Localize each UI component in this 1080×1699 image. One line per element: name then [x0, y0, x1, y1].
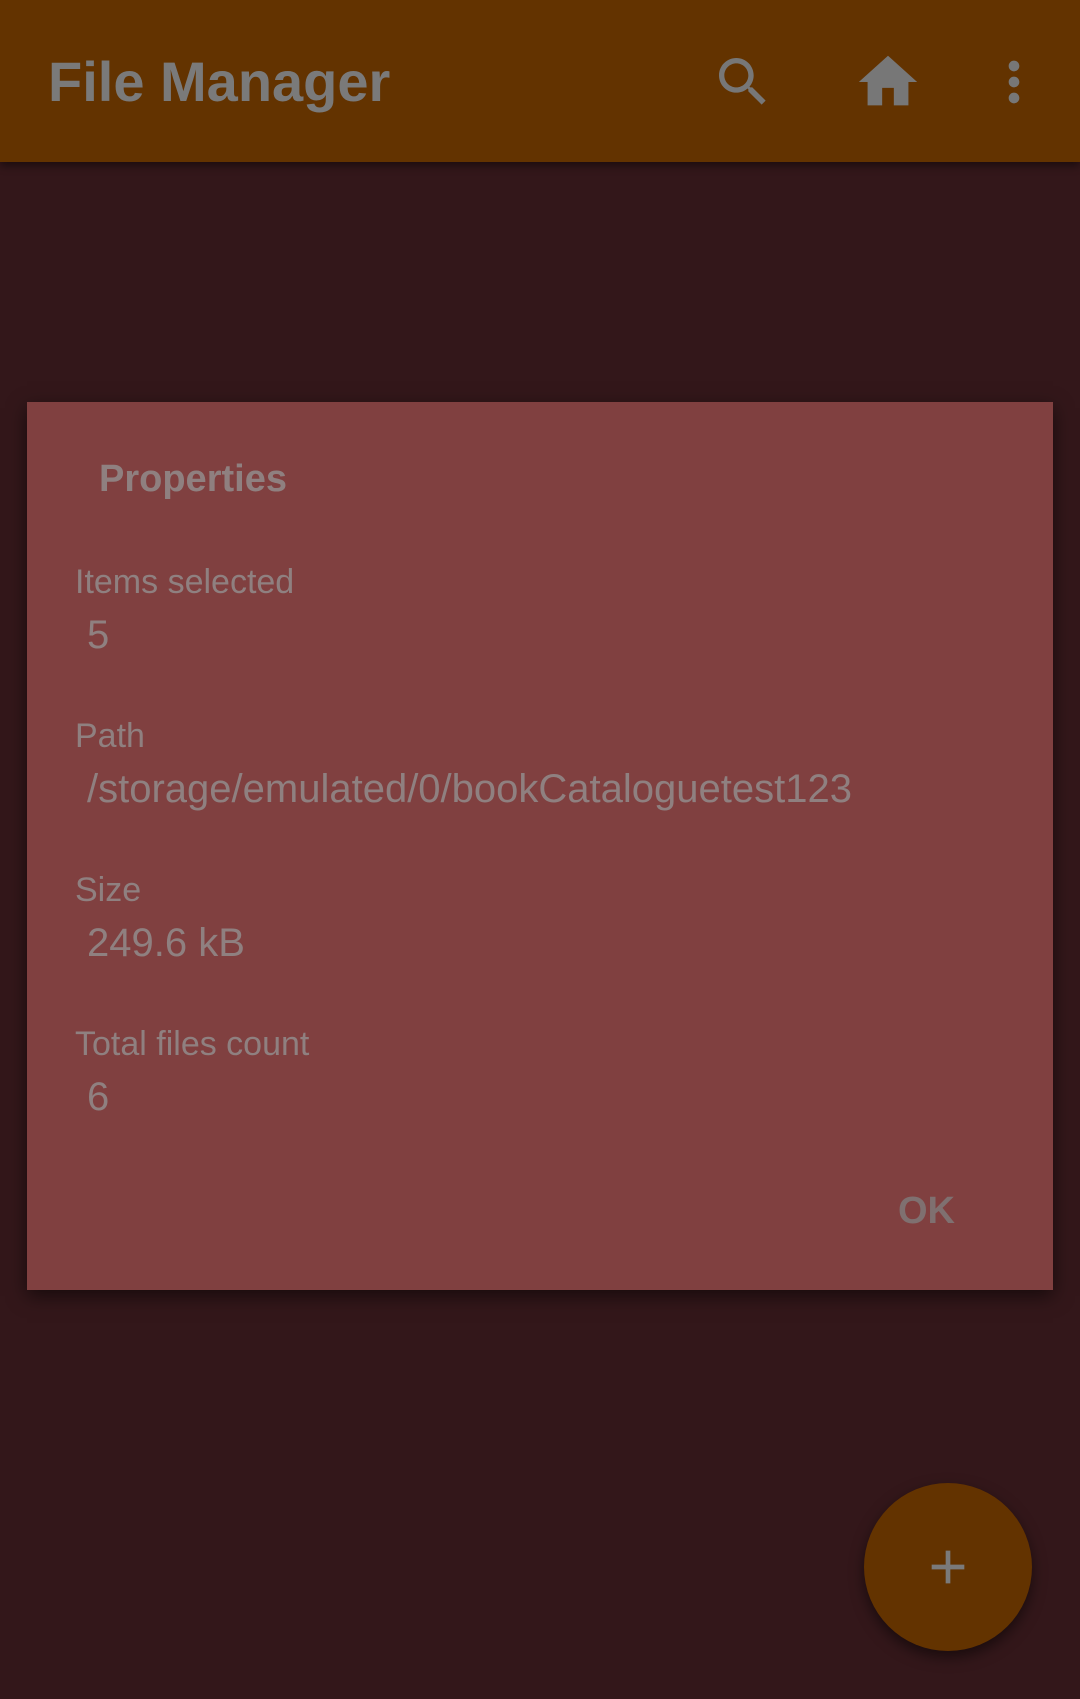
plus-icon — [931, 1550, 965, 1584]
dialog-title: Properties — [99, 458, 287, 500]
items-selected-value: 5 — [87, 613, 110, 657]
size-label: Size — [75, 871, 142, 909]
total-files-count-value: 6 — [87, 1075, 110, 1119]
add-fab-button[interactable] — [864, 1483, 1032, 1651]
properties-dialog: Properties Items selected 5 Path /storag… — [27, 402, 1053, 1290]
ok-button[interactable]: OK — [890, 1182, 963, 1240]
app-bar: File Manager — [0, 0, 1080, 162]
home-icon[interactable] — [850, 44, 926, 120]
size-value: 249.6 kB — [87, 921, 245, 965]
path-label: Path — [75, 717, 145, 755]
app-title: File Manager — [48, 50, 391, 113]
total-files-count-label: Total files count — [75, 1025, 310, 1063]
items-selected-label: Items selected — [75, 563, 295, 601]
path-value: /storage/emulated/0/bookCataloguetest123 — [87, 767, 852, 811]
more-vert-icon[interactable] — [976, 44, 1052, 120]
search-icon[interactable] — [705, 44, 781, 120]
